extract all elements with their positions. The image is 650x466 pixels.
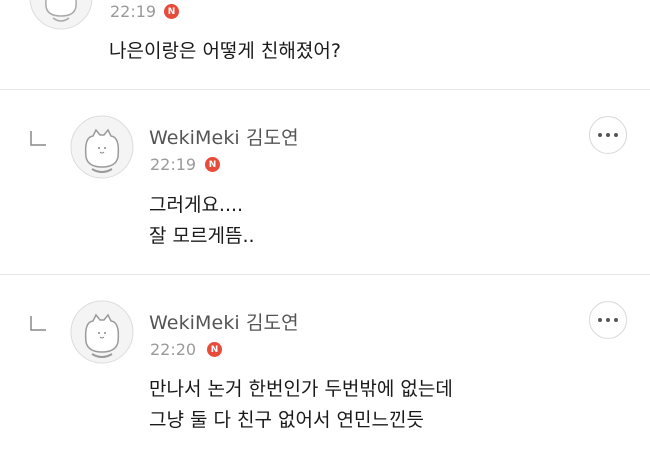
avatar[interactable] bbox=[29, 0, 93, 30]
comment-line: 그러게요.... bbox=[149, 194, 244, 216]
dot-icon bbox=[598, 133, 602, 137]
more-options-button[interactable] bbox=[589, 301, 627, 339]
more-options-button[interactable] bbox=[589, 116, 627, 154]
divider bbox=[0, 274, 650, 275]
author-name[interactable]: WekiMeki 김도연 bbox=[149, 123, 299, 150]
avatar[interactable] bbox=[70, 115, 134, 179]
comment-text: 나은이랑은 어떻게 친해졌어? bbox=[109, 40, 341, 62]
comment-line: 만나서 논거 한번인가 두번밖에 없는데 bbox=[149, 378, 453, 400]
avatar[interactable] bbox=[70, 300, 134, 364]
author-name[interactable]: WekiMeki 김도연 bbox=[149, 308, 299, 335]
dot-icon bbox=[606, 133, 610, 137]
dot-icon bbox=[614, 318, 618, 322]
comment-time: 22:20 bbox=[150, 340, 197, 359]
dot-icon bbox=[614, 133, 618, 137]
dot-icon bbox=[598, 318, 602, 322]
new-badge: N bbox=[164, 4, 179, 19]
comment-line: 잘 모르게뜸.. bbox=[149, 225, 255, 247]
comment-line: 그냥 둘 다 친구 없어서 연민느낀듯 bbox=[149, 409, 424, 431]
comment-time: 22:19 bbox=[110, 2, 157, 21]
new-badge: N bbox=[207, 342, 222, 357]
dot-icon bbox=[606, 318, 610, 322]
new-badge: N bbox=[205, 157, 220, 172]
divider bbox=[0, 89, 650, 90]
reply-arrow-icon bbox=[30, 131, 46, 146]
comment-time: 22:19 bbox=[150, 155, 197, 174]
reply-arrow-icon bbox=[30, 316, 46, 331]
